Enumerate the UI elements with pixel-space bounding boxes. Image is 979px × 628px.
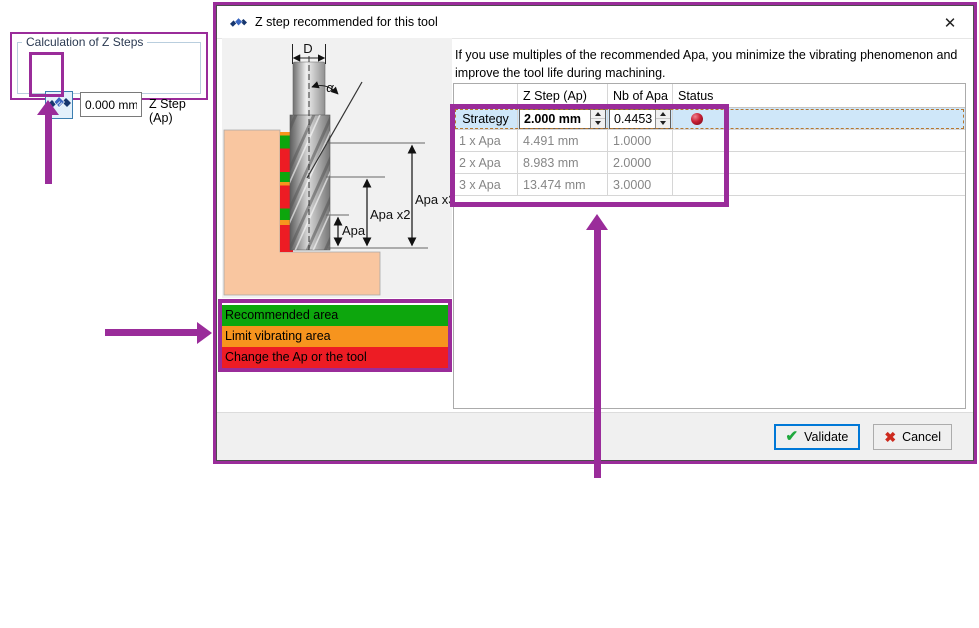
nb-apa-spinner[interactable] — [655, 110, 670, 128]
d-label: D — [303, 41, 312, 56]
close-icon[interactable]: ✕ — [939, 12, 961, 34]
spinner-up-icon[interactable] — [656, 110, 670, 120]
x-icon: ✖ — [884, 430, 896, 444]
group-box-frame — [17, 42, 201, 94]
apa-table: Z Step (Ap) Nb of Apa Status Strategy 2.… — [453, 83, 966, 409]
spinner-down-icon[interactable] — [656, 119, 670, 128]
z-step-editor[interactable]: 2.000 mm — [519, 109, 606, 129]
header-status: Status — [673, 84, 965, 107]
table-row-1xapa[interactable]: 1 x Apa 4.491 mm 1.0000 — [454, 130, 965, 152]
table-row-3xapa[interactable]: 3 x Apa 13.474 mm 3.0000 — [454, 174, 965, 196]
annotation-arrow-up-icon-shaft — [45, 113, 52, 184]
check-icon: ✔ — [786, 429, 799, 444]
tool-diagram: D α Apa Apa x2 — [222, 38, 452, 298]
header-z-step: Z Step (Ap) — [518, 84, 608, 107]
apa-x3-label: Apa x3 — [415, 192, 452, 207]
screenshot-root: Calculation of Z Steps Z Step (Ap) — [0, 0, 979, 628]
status-red-ball-icon — [691, 113, 703, 125]
handshake-icon — [230, 14, 247, 31]
legend-box: Recommended area Limit vibrating area Ch… — [218, 299, 452, 372]
annotation-arrow-right-legend — [197, 322, 212, 344]
annotation-arrow-right-legend-shaft — [105, 329, 198, 336]
spinner-up-icon[interactable] — [591, 110, 605, 120]
apa-label: Apa — [342, 223, 366, 238]
table-row-strategy[interactable]: Strategy 2.000 mm 0.4453 — [454, 108, 965, 130]
z-step-spinner[interactable] — [590, 110, 605, 128]
apa-x2-label: Apa x2 — [370, 207, 410, 222]
alpha-label: α — [326, 80, 334, 95]
header-blank — [454, 84, 518, 107]
legend-limit-vibrating: Limit vibrating area — [222, 326, 448, 347]
table-header-row: Z Step (Ap) Nb of Apa Status — [454, 84, 965, 108]
table-row-2xapa[interactable]: 2 x Apa 8.983 mm 2.0000 — [454, 152, 965, 174]
legend-recommended: Recommended area — [222, 305, 448, 326]
header-nb-of-apa: Nb of Apa — [608, 84, 673, 107]
dialog-description: If you use multiples of the recommended … — [455, 46, 971, 82]
spinner-down-icon[interactable] — [591, 119, 605, 128]
row-label: Strategy — [454, 108, 518, 129]
calculation-z-steps-panel: Calculation of Z Steps Z Step (Ap) — [10, 32, 208, 100]
cancel-button[interactable]: ✖ Cancel — [873, 424, 952, 450]
validate-button[interactable]: ✔ Validate — [774, 424, 861, 450]
legend-change-ap: Change the Ap or the tool — [222, 347, 448, 368]
z-step-label: Z Step (Ap) — [149, 97, 206, 125]
nb-apa-editor[interactable]: 0.4453 — [609, 109, 671, 129]
dialog-title-bar: Z step recommended for this tool ✕ — [217, 6, 973, 39]
annotation-arrow-up-table-shaft — [594, 228, 601, 478]
dialog-title: Z step recommended for this tool — [255, 15, 438, 29]
group-box-title: Calculation of Z Steps — [22, 35, 147, 49]
z-step-input[interactable] — [80, 92, 142, 117]
